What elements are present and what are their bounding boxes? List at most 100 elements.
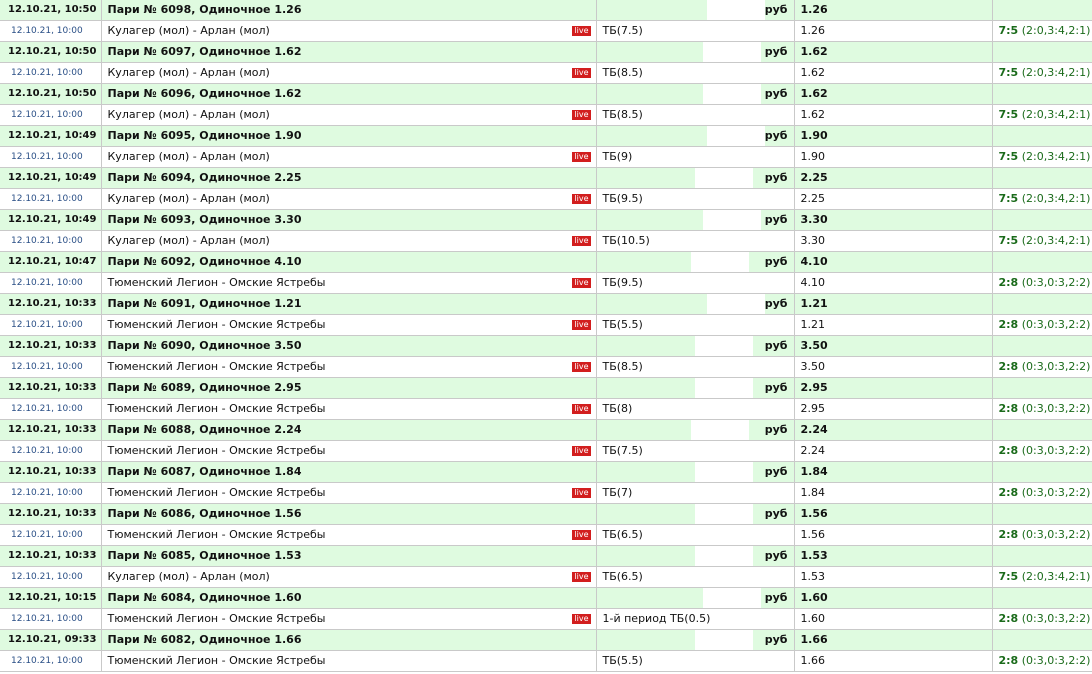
bet-title[interactable]: Пари № 6086, Одиночное 1.56 <box>101 503 597 525</box>
match-name[interactable]: Кулагер (мол) - Арлан (мол) <box>108 192 270 205</box>
market: ТБ(9.5) <box>596 188 795 210</box>
event-row: 12.10.21, 10:00 Кулагер (мол) - Арлан (мо… <box>0 146 1092 168</box>
bet-row[interactable]: 12.10.21, 09:33 Пари № 6082, Одиночное 1.… <box>0 629 1092 651</box>
market: ТБ(9) <box>596 146 795 168</box>
bet-row[interactable]: 12.10.21, 10:49 Пари № 6095, Одиночное 1.… <box>0 125 1092 147</box>
match-name[interactable]: Тюменский Легион - Омские Ястребы <box>108 276 326 289</box>
bet-total-odds: 2.24 <box>794 419 993 441</box>
event-odds: 1.62 <box>794 62 993 84</box>
bet-amount-cell: руб <box>596 0 795 21</box>
match-name[interactable]: Тюменский Легион - Омские Ястребы <box>108 444 326 457</box>
market: ТБ(6.5) <box>596 524 795 546</box>
match-name[interactable]: Тюменский Легион - Омские Ястребы <box>108 318 326 331</box>
event-row: 12.10.21, 10:00 Кулагер (мол) - Арлан (мо… <box>0 20 1092 42</box>
score-detail: (0:3,0:3,2:2) <box>1021 654 1091 667</box>
hidden-amount <box>694 168 753 188</box>
bet-title[interactable]: Пари № 6085, Одиночное 1.53 <box>101 545 597 567</box>
match-name[interactable]: Кулагер (мол) - Арлан (мол) <box>108 234 270 247</box>
match-name[interactable]: Кулагер (мол) - Арлан (мол) <box>108 66 270 79</box>
event-odds: 1.60 <box>794 608 993 630</box>
match-name[interactable]: Тюменский Легион - Омские Ястребы <box>108 528 326 541</box>
bet-row[interactable]: 12.10.21, 10:15 Пари № 6084, Одиночное 1.… <box>0 587 1092 609</box>
event-cell: Тюменский Легион - Омские Ястребы live <box>101 272 597 294</box>
event-date: 12.10.21, 10:00 <box>0 566 102 588</box>
result-cell: 7:5 (2:0,3:4,2:1) <box>992 146 1092 168</box>
bet-row[interactable]: 12.10.21, 10:33 Пари № 6088, Одиночное 2.… <box>0 419 1092 441</box>
bet-title[interactable]: Пари № 6095, Одиночное 1.90 <box>101 125 597 147</box>
result-cell: 7:5 (2:0,3:4,2:1) <box>992 188 1092 210</box>
score-main: 7:5 <box>998 234 1019 247</box>
match-name[interactable]: Тюменский Легион - Омские Ястребы <box>108 360 326 373</box>
match-name[interactable]: Кулагер (мол) - Арлан (мол) <box>108 570 270 583</box>
bet-title[interactable]: Пари № 6084, Одиночное 1.60 <box>101 587 597 609</box>
bet-title[interactable]: Пари № 6092, Одиночное 4.10 <box>101 251 597 273</box>
bet-title[interactable]: Пари № 6094, Одиночное 2.25 <box>101 167 597 189</box>
event-date: 12.10.21, 10:00 <box>0 356 102 378</box>
bets-table-body: 12.10.21, 10:50 Пари № 6098, Одиночное 1.… <box>0 0 1092 672</box>
bet-row[interactable]: 12.10.21, 10:33 Пари № 6090, Одиночное 3.… <box>0 335 1092 357</box>
bet-row[interactable]: 12.10.21, 10:49 Пари № 6094, Одиночное 2.… <box>0 167 1092 189</box>
bet-date: 12.10.21, 10:49 <box>0 125 102 147</box>
bet-total-odds: 1.66 <box>794 629 993 651</box>
event-row: 12.10.21, 10:00 Тюменский Легион - Омские… <box>0 650 1092 672</box>
match-name[interactable]: Тюменский Легион - Омские Ястребы <box>108 402 326 415</box>
currency-label: руб <box>764 423 788 436</box>
market: ТБ(8) <box>596 398 795 420</box>
event-date: 12.10.21, 10:00 <box>0 230 102 252</box>
score-main: 2:8 <box>998 486 1019 499</box>
score-detail: (0:3,0:3,2:2) <box>1021 318 1091 331</box>
match-name[interactable]: Тюменский Легион - Омские Ястребы <box>108 654 326 667</box>
bet-total-odds: 1.56 <box>794 503 993 525</box>
bet-row[interactable]: 12.10.21, 10:33 Пари № 6086, Одиночное 1.… <box>0 503 1092 525</box>
bet-title[interactable]: Пари № 6082, Одиночное 1.66 <box>101 629 597 651</box>
bet-date: 12.10.21, 10:47 <box>0 251 102 273</box>
score-main: 7:5 <box>998 192 1019 205</box>
bet-title[interactable]: Пари № 6089, Одиночное 2.95 <box>101 377 597 399</box>
result-cell: 2:8 (0:3,0:3,2:2) <box>992 608 1092 630</box>
result-cell: 2:8 (0:3,0:3,2:2) <box>992 272 1092 294</box>
result-cell: 7:5 (2:0,3:4,2:1) <box>992 566 1092 588</box>
currency-label: руб <box>764 339 788 352</box>
score-main: 2:8 <box>998 444 1019 457</box>
match-name[interactable]: Кулагер (мол) - Арлан (мол) <box>108 108 270 121</box>
score-main: 2:8 <box>998 360 1019 373</box>
market: 1-й период ТБ(0.5) <box>596 608 795 630</box>
bet-title[interactable]: Пари № 6090, Одиночное 3.50 <box>101 335 597 357</box>
bet-title[interactable]: Пари № 6091, Одиночное 1.21 <box>101 293 597 315</box>
event-cell: Тюменский Легион - Омские Ястребы live <box>101 314 597 336</box>
bet-row[interactable]: 12.10.21, 10:47 Пари № 6092, Одиночное 4.… <box>0 251 1092 273</box>
bet-row[interactable]: 12.10.21, 10:33 Пари № 6089, Одиночное 2.… <box>0 377 1092 399</box>
live-badge: live <box>572 572 591 582</box>
result-cell: 7:5 (2:0,3:4,2:1) <box>992 104 1092 126</box>
match-name[interactable]: Тюменский Легион - Омские Ястребы <box>108 612 326 625</box>
bet-title[interactable]: Пари № 6098, Одиночное 1.26 <box>101 0 597 21</box>
match-name[interactable]: Кулагер (мол) - Арлан (мол) <box>108 24 270 37</box>
event-odds: 3.30 <box>794 230 993 252</box>
bet-row[interactable]: 12.10.21, 10:49 Пари № 6093, Одиночное 3.… <box>0 209 1092 231</box>
result-cell: 2:8 (0:3,0:3,2:2) <box>992 524 1092 546</box>
bet-row[interactable]: 12.10.21, 10:33 Пари № 6091, Одиночное 1.… <box>0 293 1092 315</box>
live-badge: live <box>572 26 591 36</box>
bet-row[interactable]: 12.10.21, 10:50 Пари № 6098, Одиночное 1.… <box>0 0 1092 21</box>
bet-row[interactable]: 12.10.21, 10:50 Пари № 6096, Одиночное 1.… <box>0 83 1092 105</box>
bet-total-odds: 1.90 <box>794 125 993 147</box>
match-name[interactable]: Кулагер (мол) - Арлан (мол) <box>108 150 270 163</box>
bet-date: 12.10.21, 10:33 <box>0 503 102 525</box>
bet-empty-cell <box>992 503 1092 525</box>
bet-row[interactable]: 12.10.21, 10:33 Пари № 6087, Одиночное 1.… <box>0 461 1092 483</box>
score-main: 7:5 <box>998 24 1019 37</box>
match-name[interactable]: Тюменский Легион - Омские Ястребы <box>108 486 326 499</box>
bet-row[interactable]: 12.10.21, 10:33 Пари № 6085, Одиночное 1.… <box>0 545 1092 567</box>
bet-total-odds: 1.62 <box>794 83 993 105</box>
bet-title[interactable]: Пари № 6096, Одиночное 1.62 <box>101 83 597 105</box>
live-badge: live <box>572 488 591 498</box>
bet-date: 12.10.21, 10:49 <box>0 167 102 189</box>
bet-title[interactable]: Пари № 6097, Одиночное 1.62 <box>101 41 597 63</box>
bet-title[interactable]: Пари № 6088, Одиночное 2.24 <box>101 419 597 441</box>
bet-date: 12.10.21, 10:33 <box>0 461 102 483</box>
bet-title[interactable]: Пари № 6087, Одиночное 1.84 <box>101 461 597 483</box>
bet-title[interactable]: Пари № 6093, Одиночное 3.30 <box>101 209 597 231</box>
score-main: 2:8 <box>998 276 1019 289</box>
event-date: 12.10.21, 10:00 <box>0 650 102 672</box>
bet-row[interactable]: 12.10.21, 10:50 Пари № 6097, Одиночное 1.… <box>0 41 1092 63</box>
